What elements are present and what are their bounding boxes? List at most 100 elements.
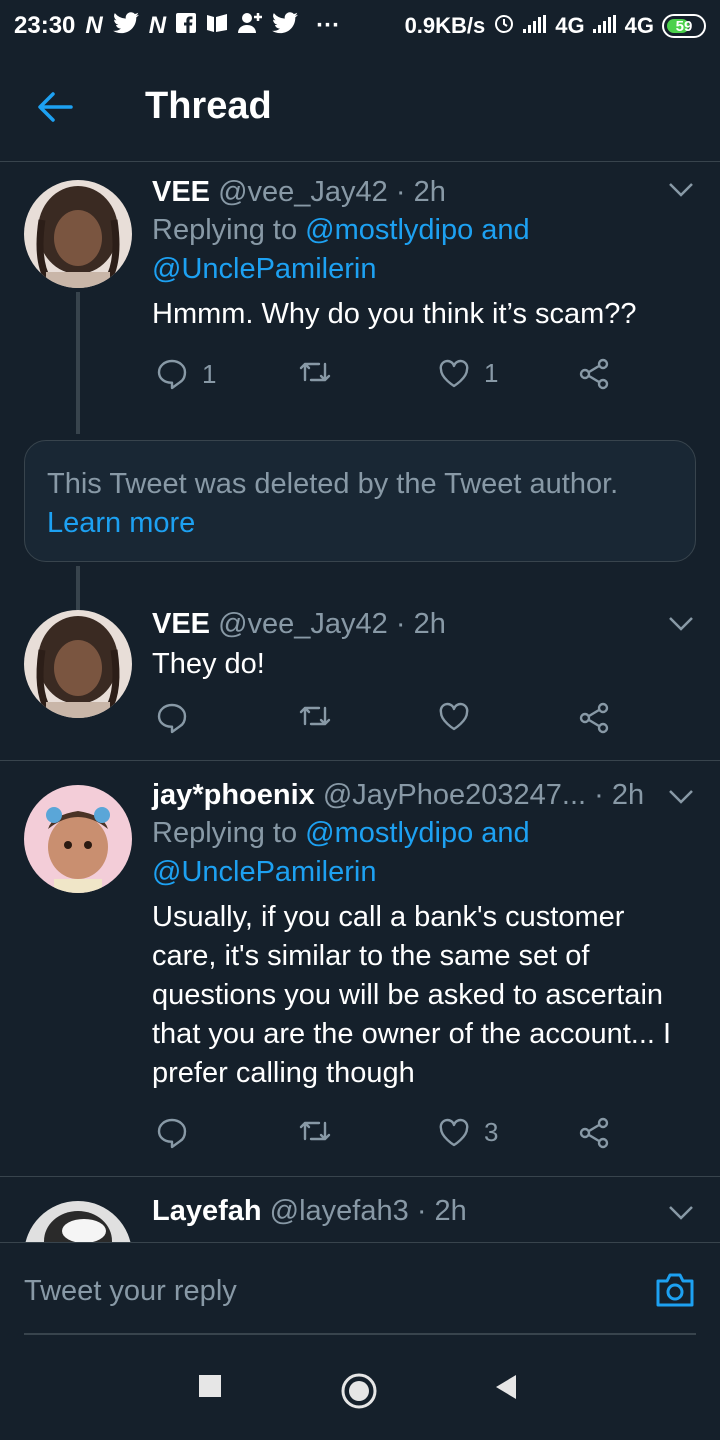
tweet-body: jay*phoenix @JayPhoe203247... · 2h Reply… <box>152 779 690 1093</box>
thread-line <box>76 292 80 434</box>
share-button[interactable] <box>578 702 610 734</box>
tweet-text: Hmmm. Why do you think it’s scam?? <box>152 298 637 330</box>
like-button[interactable] <box>438 702 484 732</box>
tweet-menu-button[interactable] <box>668 182 694 203</box>
tweet-meta: VEE @vee_Jay42 · 2h <box>152 176 690 209</box>
user-name[interactable]: VEE <box>152 176 210 208</box>
retweet-button[interactable] <box>298 702 346 730</box>
tweet-meta: VEE @vee_Jay42 · 2h <box>152 608 690 641</box>
avatar[interactable] <box>24 610 132 718</box>
share-icon <box>579 702 609 734</box>
back-system-button[interactable] <box>494 1374 518 1405</box>
network-type: 4G <box>555 13 585 38</box>
retweet-button[interactable] <box>298 358 346 386</box>
camera-icon <box>656 1273 694 1307</box>
add-user-icon <box>238 12 263 41</box>
share-icon <box>579 1117 609 1149</box>
deleted-text: This Tweet was deleted by the Tweet auth… <box>47 468 619 500</box>
learn-more-link[interactable]: Learn more <box>47 504 673 543</box>
user-handle[interactable]: @layefah3 <box>270 1195 409 1227</box>
tweet-time: · 2h <box>395 176 446 208</box>
network-speed: 0.9KB/s <box>404 13 486 38</box>
system-nav-bar <box>0 1346 720 1440</box>
user-name[interactable]: VEE <box>152 608 210 640</box>
user-handle[interactable]: @vee_Jay42 <box>218 176 388 208</box>
reply-input[interactable]: Tweet your reply <box>24 1275 237 1308</box>
tweet[interactable]: Layefah @layefah3 · 2h <box>0 1177 720 1242</box>
like-button[interactable]: 1 <box>438 358 498 389</box>
user-name[interactable]: jay*phoenix <box>152 779 315 811</box>
tweet-time: · 2h <box>594 779 645 811</box>
mention-link[interactable]: @mostlydipo <box>305 817 473 849</box>
mention-link[interactable]: @mostlydipo <box>305 214 473 246</box>
alarm-icon <box>493 12 515 40</box>
recents-button[interactable] <box>198 1374 222 1403</box>
tweet-actions: 3 <box>152 1117 720 1157</box>
chevron-down-icon <box>669 617 693 631</box>
more-notifications-icon: ··· <box>316 12 341 39</box>
tweet-time: · 2h <box>395 608 446 640</box>
tweet[interactable]: VEE @vee_Jay42 · 2h They do! <box>0 596 720 760</box>
tweet-text: Usually, if you call a bank's customer c… <box>152 901 672 1089</box>
reply-input-underline <box>24 1333 696 1335</box>
like-count: 1 <box>484 358 499 388</box>
reply-icon <box>157 703 187 734</box>
notification-n-icon: N <box>85 12 103 39</box>
notification-n-icon: N <box>148 12 167 39</box>
tweet-meta: jay*phoenix @JayPhoe203247... · 2h <box>152 779 690 812</box>
user-handle[interactable]: @vee_Jay42 <box>218 608 388 640</box>
tweet-menu-button[interactable] <box>668 1205 694 1226</box>
reply-button[interactable]: 1 <box>156 358 216 390</box>
replying-to: Replying to @mostlydipo and @UnclePamile… <box>152 817 530 888</box>
app-icon <box>206 12 228 40</box>
avatar[interactable] <box>24 1201 132 1242</box>
retweet-icon <box>299 362 331 382</box>
chevron-down-icon <box>669 790 693 804</box>
tweet[interactable]: jay*phoenix @JayPhoe203247... · 2h Reply… <box>0 761 720 1175</box>
like-button[interactable]: 3 <box>438 1117 498 1148</box>
square-icon <box>199 1375 221 1397</box>
back-button[interactable] <box>0 52 110 162</box>
retweet-icon <box>299 1121 331 1141</box>
back-arrow-icon <box>38 91 73 122</box>
tweet-menu-button[interactable] <box>668 616 694 637</box>
reply-bar: Tweet your reply <box>0 1242 720 1346</box>
bird-icon <box>272 11 299 41</box>
deleted-tweet-notice: This Tweet was deleted by the Tweet auth… <box>24 440 696 562</box>
share-button[interactable] <box>578 358 610 390</box>
share-button[interactable] <box>578 1117 610 1149</box>
page-title: Thread <box>145 85 272 127</box>
network-type: 4G <box>624 13 654 38</box>
tweet[interactable]: VEE @vee_Jay42 · 2h Replying to @mostlyd… <box>0 162 720 442</box>
user-handle[interactable]: @JayPhoe203247... <box>323 779 586 811</box>
reply-button[interactable] <box>156 702 202 734</box>
chevron-down-icon <box>669 183 693 197</box>
replying-to: Replying to @mostlydipo and @UnclePamile… <box>152 214 530 285</box>
retweet-button[interactable] <box>298 1117 346 1145</box>
camera-button[interactable] <box>654 1271 696 1314</box>
status-bar: 23:30 N N ··· 0.9KB/s 4G 4G 59 <box>0 0 720 52</box>
chevron-down-icon <box>669 1206 693 1220</box>
like-count: 3 <box>484 1117 499 1147</box>
tweet-menu-button[interactable] <box>668 789 694 810</box>
user-name[interactable]: Layefah <box>152 1195 262 1227</box>
bird-icon <box>112 11 139 41</box>
mention-link[interactable]: @UnclePamilerin <box>152 253 376 285</box>
clock: 23:30 <box>14 12 76 39</box>
heart-icon <box>439 1118 469 1146</box>
tweet-actions: 1 1 <box>152 358 720 398</box>
heart-icon <box>439 359 469 387</box>
tweet-time: · 2h <box>416 1195 467 1227</box>
reply-count: 1 <box>202 358 217 389</box>
avatar[interactable] <box>24 785 132 893</box>
signal-icon <box>523 13 547 39</box>
tweet-body: Layefah @layefah3 · 2h <box>152 1195 690 1228</box>
facebook-icon <box>176 12 197 40</box>
home-button[interactable] <box>340 1372 378 1415</box>
avatar[interactable] <box>24 180 132 288</box>
battery-level: 59 <box>675 17 693 35</box>
mention-link[interactable]: @UnclePamilerin <box>152 856 376 888</box>
heart-icon <box>439 702 469 731</box>
reply-button[interactable] <box>156 1117 202 1149</box>
app-header: Thread <box>0 52 720 162</box>
